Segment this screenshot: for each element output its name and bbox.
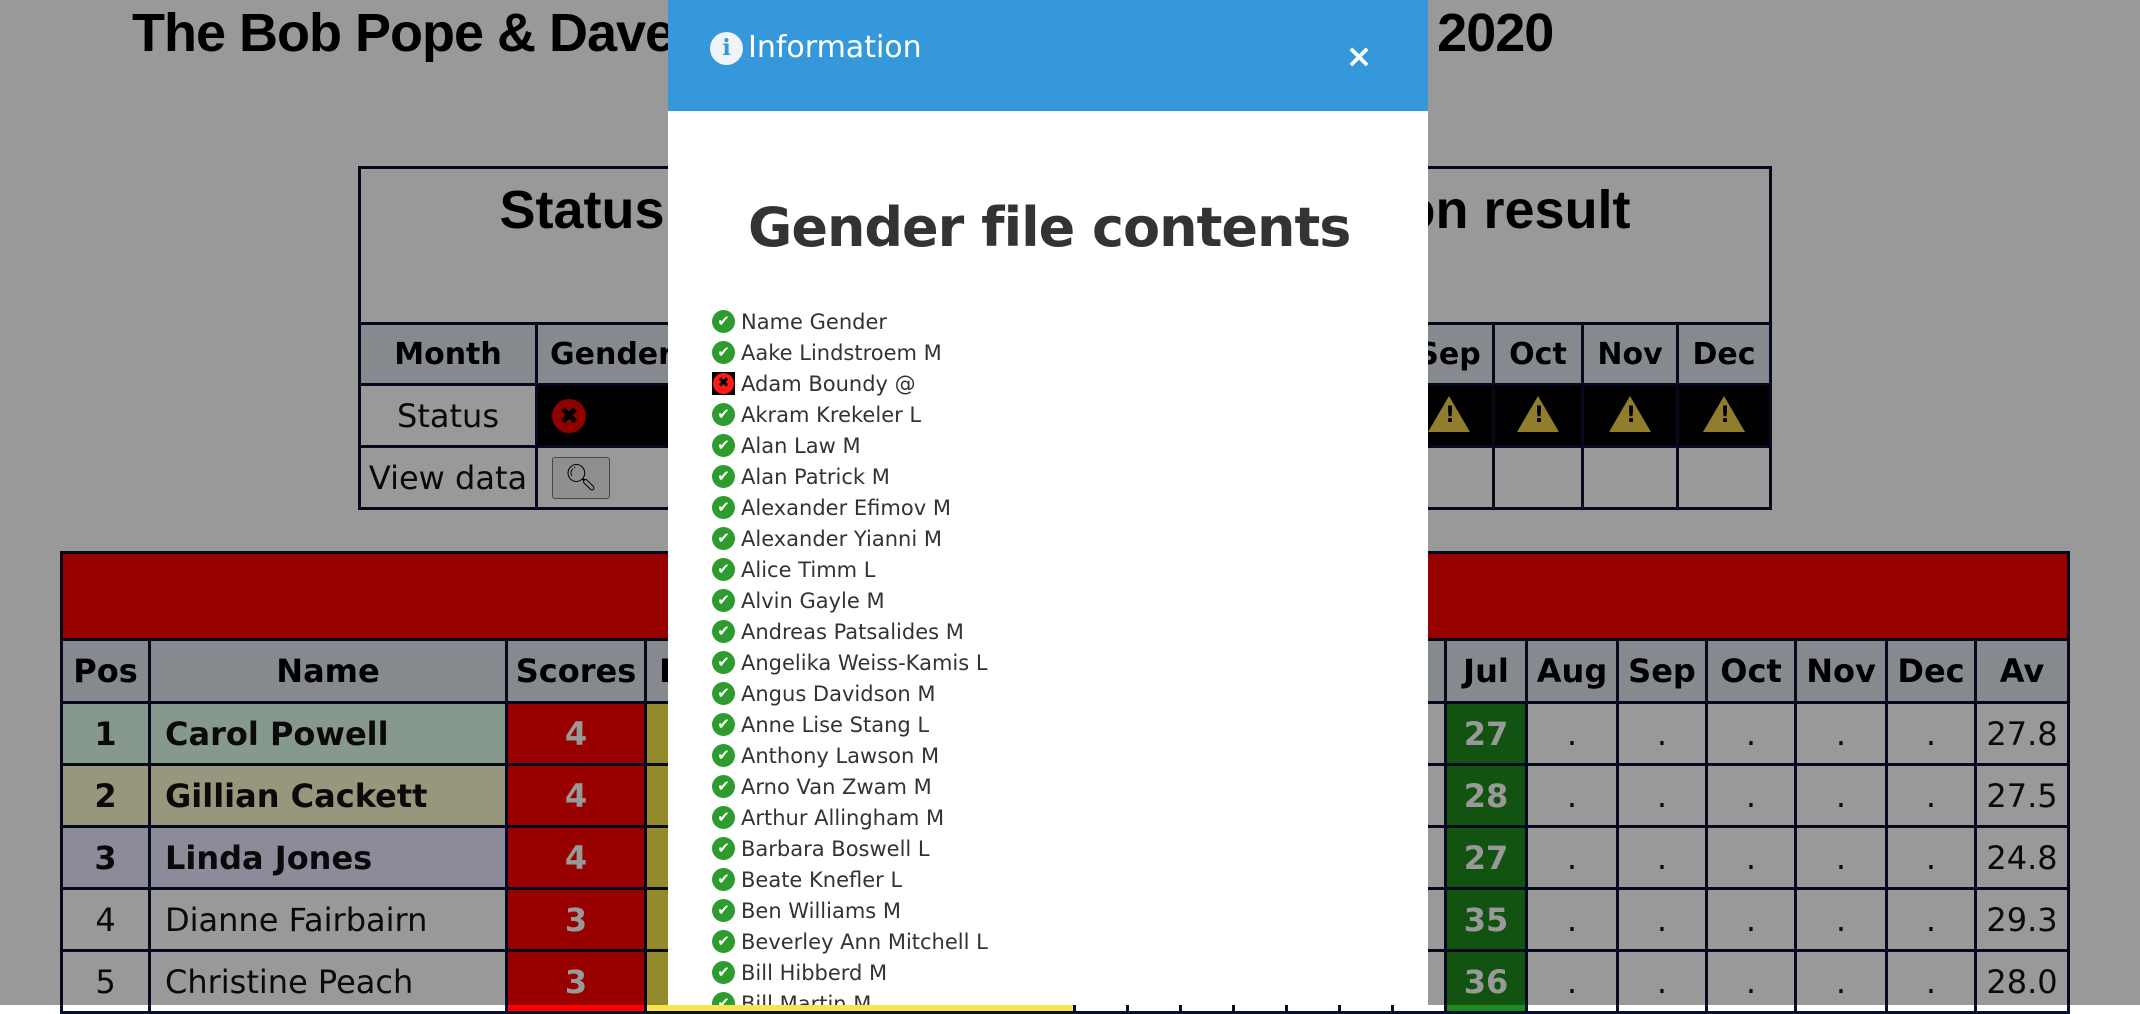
check-circle-icon: ✔ [712,899,735,922]
list-item-text: Alexander Yianni M [741,526,942,551]
list-item-text: Aake Lindstroem M [741,340,942,365]
list-item-text: Bill Hibberd M [741,960,888,985]
list-item-text: Angelika Weiss-Kamis L [741,650,988,675]
list-item-text: Barbara Boswell L [741,836,930,861]
list-item-text: Alvin Gayle M [741,588,885,613]
list-item-text: Alice Timm L [741,557,876,582]
list-item: ✔ Angus Davidson M [712,678,988,709]
list-item-text: Beate Knefler L [741,867,903,892]
check-circle-icon: ✔ [712,930,735,953]
list-item-text: Adam Boundy @ [741,371,916,396]
check-circle-icon: ✔ [712,620,735,643]
list-item-text: Alan Law M [741,433,861,458]
check-circle-icon: ✔ [712,806,735,829]
list-item: ✔ Ben Williams M [712,895,988,926]
information-modal: i Information × Gender file contents ✔ Na… [668,0,1428,1005]
list-item-text: Anne Lise Stang L [741,712,930,737]
check-circle-icon: ✔ [712,341,735,364]
page: The Bob Pope & Dave Smith Memorial Compe… [0,0,2140,1014]
list-item: ✔ Aake Lindstroem M [712,337,988,368]
list-item-text: Alan Patrick M [741,464,890,489]
list-item: ✔ Alvin Gayle M [712,585,988,616]
check-circle-icon: ✔ [712,651,735,674]
check-circle-icon: ✔ [712,868,735,891]
check-circle-icon: ✔ [712,744,735,767]
list-item-text: Alexander Efimov M [741,495,951,520]
list-item-text: Ben Williams M [741,898,902,923]
modal-header: i Information × [668,0,1428,111]
gender-file-list: ✔ Name Gender ✔ Aake Lindstroem M ✖ Adam Boun… [712,306,988,1005]
check-circle-icon: ✔ [712,713,735,736]
error-icon: ✖ [712,372,735,395]
list-item: ✔ Beverley Ann Mitchell L [712,926,988,957]
list-item: ✔ Name Gender [712,306,988,337]
list-item: ✔ Bill Hibberd M [712,957,988,988]
list-item-text: Beverley Ann Mitchell L [741,929,988,954]
list-item-text: Arthur Allingham M [741,805,945,830]
list-item-text: Bill Martin M [741,991,872,1006]
check-circle-icon: ✔ [712,775,735,798]
list-item: ✔ Akram Krekeler L [712,399,988,430]
check-circle-icon: ✔ [712,558,735,581]
list-item-text: Arno Van Zwam M [741,774,932,799]
list-item: ✔ Arno Van Zwam M [712,771,988,802]
list-item: ✔ Angelika Weiss-Kamis L [712,647,988,678]
modal-heading: Gender file contents [748,196,1351,259]
list-item: ✔ Alan Patrick M [712,461,988,492]
check-circle-icon: ✔ [712,310,735,333]
check-circle-icon: ✔ [712,992,735,1005]
list-item: ✔ Anne Lise Stang L [712,709,988,740]
check-circle-icon: ✔ [712,837,735,860]
check-circle-icon: ✔ [712,496,735,519]
list-item: ✔ Alexander Efimov M [712,492,988,523]
list-item: ✔ Andreas Patsalides M [712,616,988,647]
list-item-text: Angus Davidson M [741,681,936,706]
check-circle-icon: ✔ [712,403,735,426]
check-circle-icon: ✔ [712,961,735,984]
list-item: ✔ Beate Knefler L [712,864,988,895]
check-circle-icon: ✔ [712,682,735,705]
list-item-text: Andreas Patsalides M [741,619,964,644]
list-item-text: Name Gender [741,309,888,334]
modal-title: Information [748,30,922,65]
list-item: ✔ Barbara Boswell L [712,833,988,864]
check-circle-icon: ✔ [712,589,735,612]
list-item: ✔ Arthur Allingham M [712,802,988,833]
list-item-text: Akram Krekeler L [741,402,922,427]
check-circle-icon: ✔ [712,527,735,550]
close-button[interactable]: × [1344,38,1374,74]
list-item: ✔ Anthony Lawson M [712,740,988,771]
list-item: ✔ Alan Law M [712,430,988,461]
list-item: ✔ Alexander Yianni M [712,523,988,554]
list-item: ✔ Alice Timm L [712,554,988,585]
info-icon: i [710,32,743,65]
list-item: ✖ Adam Boundy @ [712,368,988,399]
check-circle-icon: ✔ [712,465,735,488]
check-circle-icon: ✔ [712,434,735,457]
list-item-text: Anthony Lawson M [741,743,940,768]
list-item: ✔ Bill Martin M [712,988,988,1005]
